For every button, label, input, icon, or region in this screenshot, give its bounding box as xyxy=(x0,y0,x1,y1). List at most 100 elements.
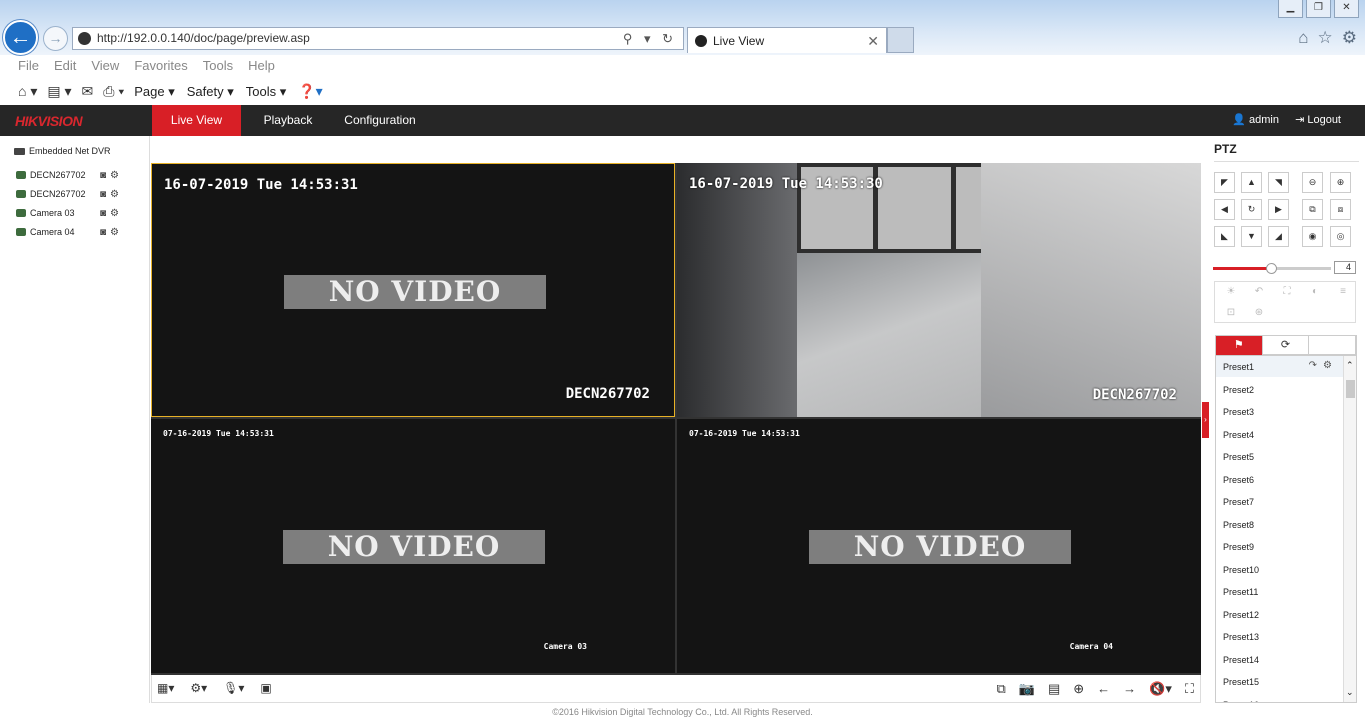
zoom-icon[interactable]: ⊕ xyxy=(1073,681,1084,697)
focus-far-button[interactable]: ⧈ xyxy=(1330,199,1351,220)
more-menu-icon[interactable]: ≡ xyxy=(1329,282,1357,302)
microphone-icon[interactable]: 🎙▾ xyxy=(223,681,244,695)
camera-actions-icon[interactable]: ◙⚙ xyxy=(100,208,123,219)
tree-camera-3[interactable]: Camera 03 ◙⚙ xyxy=(16,208,146,219)
preset-item[interactable]: Preset2 xyxy=(1223,385,1254,395)
wiper-icon[interactable]: ↶ xyxy=(1245,282,1273,302)
video-cell-4[interactable]: 07-16-2019 Tue 14:53:31 NO VIDEO Camera … xyxy=(677,419,1201,673)
address-tools-icon[interactable]: ⚲ ▾ ↻ xyxy=(623,28,677,49)
lens-init-icon[interactable]: ◐ xyxy=(1301,282,1329,302)
slider-knob[interactable] xyxy=(1266,263,1277,274)
preset-item[interactable]: Preset8 xyxy=(1223,520,1254,530)
layout-grid-icon[interactable]: ▦▾ xyxy=(157,681,174,695)
tab-close-icon[interactable]: ✕ xyxy=(867,28,879,54)
3d-zoom-icon[interactable]: ⊛ xyxy=(1245,303,1273,323)
tab-configuration[interactable]: Configuration xyxy=(335,105,425,136)
print-icon[interactable]: ⎙ ▾ xyxy=(103,83,124,100)
page-menu[interactable]: Page ▾ xyxy=(134,84,175,100)
fullscreen-icon[interactable]: ⛶ xyxy=(1185,681,1194,697)
help-icon[interactable]: ❓▾ xyxy=(298,83,322,100)
tree-camera-4[interactable]: Camera 04 ◙⚙ xyxy=(16,227,146,238)
home-command-icon[interactable]: ⌂ ▾ xyxy=(18,83,37,100)
user-menu[interactable]: 👤 admin xyxy=(1232,105,1279,136)
tree-camera-2[interactable]: DECN267702 ◙⚙ xyxy=(16,189,146,200)
close-button[interactable]: ✕ xyxy=(1334,0,1359,18)
ptz-left-button[interactable]: ◀ xyxy=(1214,199,1235,220)
feeds-icon[interactable]: ▤ ▾ xyxy=(47,83,71,100)
preset-item[interactable]: Preset13 xyxy=(1223,632,1259,642)
tab-live-view[interactable]: Live View xyxy=(152,105,241,136)
zoom-in-button[interactable]: ⊕ xyxy=(1330,172,1351,193)
ptz-speed-slider[interactable] xyxy=(1213,263,1331,274)
record-icon[interactable]: ▤ xyxy=(1048,681,1060,697)
forward-button[interactable]: → xyxy=(43,26,68,51)
tree-root-dvr[interactable]: Embedded Net DVR xyxy=(14,146,111,156)
preset-item[interactable]: Preset7 xyxy=(1223,497,1254,507)
focus-near-button[interactable]: ⧉ xyxy=(1302,199,1323,220)
stream-type-icon[interactable]: ⚙▾ xyxy=(190,681,207,695)
tree-camera-1[interactable]: DECN267702 ◙⚙ xyxy=(16,170,146,181)
previous-page-icon[interactable]: ← xyxy=(1097,681,1110,697)
ptz-up-left-button[interactable]: ◤ xyxy=(1214,172,1235,193)
camera-actions-icon[interactable]: ◙⚙ xyxy=(100,170,123,181)
preset-actions-icon[interactable]: ↷⚙ xyxy=(1309,360,1338,371)
browser-tab[interactable]: Live View ✕ xyxy=(687,27,887,53)
manual-track-icon[interactable]: ⊡ xyxy=(1217,303,1245,323)
preset-item[interactable]: Preset10 xyxy=(1223,565,1259,575)
iris-close-button[interactable]: ◉ xyxy=(1302,226,1323,247)
menu-file[interactable]: File xyxy=(18,55,39,77)
ptz-down-button[interactable]: ▼ xyxy=(1241,226,1262,247)
safety-menu[interactable]: Safety ▾ xyxy=(187,84,234,100)
pattern-tab[interactable] xyxy=(1309,336,1357,355)
preset-tab-flag-icon[interactable]: ⚑ xyxy=(1216,336,1263,355)
ptz-auto-button[interactable]: ↻ xyxy=(1241,199,1262,220)
ptz-up-right-button[interactable]: ◥ xyxy=(1268,172,1289,193)
maximize-button[interactable]: ❐ xyxy=(1306,0,1331,18)
preset-item[interactable]: Preset5 xyxy=(1223,452,1254,462)
preset-item[interactable]: Preset9 xyxy=(1223,542,1254,552)
zoom-out-button[interactable]: ⊖ xyxy=(1302,172,1323,193)
tab-playback[interactable]: Playback xyxy=(253,105,323,136)
preset-item[interactable]: Preset12 xyxy=(1223,610,1259,620)
ptz-down-right-button[interactable]: ◢ xyxy=(1268,226,1289,247)
tools-menu[interactable]: Tools ▾ xyxy=(246,84,287,100)
camera-actions-icon[interactable]: ◙⚙ xyxy=(100,189,123,200)
minimize-button[interactable]: ▁ xyxy=(1278,0,1303,18)
ptz-up-button[interactable]: ▲ xyxy=(1241,172,1262,193)
focus-assist-icon[interactable]: ⛶ xyxy=(1273,282,1301,302)
new-tab-button[interactable] xyxy=(887,27,914,53)
ptz-down-left-button[interactable]: ◣ xyxy=(1214,226,1235,247)
ptz-enable-icon[interactable]: ▣ xyxy=(260,681,271,695)
video-cell-3[interactable]: 07-16-2019 Tue 14:53:31 NO VIDEO Camera … xyxy=(151,419,675,673)
logout-button[interactable]: ⇥ Logout xyxy=(1295,105,1341,136)
address-bar[interactable]: http://192.0.0.140/doc/page/preview.asp … xyxy=(72,27,684,50)
menu-edit[interactable]: Edit xyxy=(54,55,76,77)
menu-view[interactable]: View xyxy=(91,55,119,77)
capture-icon[interactable]: 📷 xyxy=(1019,681,1035,697)
home-icon[interactable]: ⌂ xyxy=(1298,28,1308,48)
preset-item[interactable]: Preset16 xyxy=(1223,700,1259,703)
volume-icon[interactable]: 🔇▾ xyxy=(1149,681,1172,697)
preset-item[interactable]: Preset11 xyxy=(1223,587,1258,597)
next-page-icon[interactable]: → xyxy=(1123,681,1136,697)
patrol-tab-icon[interactable]: ⟳ xyxy=(1263,336,1310,355)
video-cell-1[interactable]: 16-07-2019 Tue 14:53:31 NO VIDEO DECN267… xyxy=(151,163,675,417)
favorites-star-icon[interactable]: ☆ xyxy=(1318,28,1333,48)
light-icon[interactable]: ☀ xyxy=(1217,282,1245,302)
settings-gear-icon[interactable]: ⚙ xyxy=(1342,28,1357,48)
menu-favorites[interactable]: Favorites xyxy=(134,55,187,77)
ptz-right-button[interactable]: ▶ xyxy=(1268,199,1289,220)
preset-item[interactable]: Preset4 xyxy=(1223,430,1254,440)
preset-item[interactable]: Preset14 xyxy=(1223,655,1259,665)
iris-open-button[interactable]: ◎ xyxy=(1330,226,1351,247)
video-cell-2[interactable]: 16-07-2019 Tue 14:53:30 DECN267702 xyxy=(677,163,1201,417)
preset-item[interactable]: Preset6 xyxy=(1223,475,1254,485)
scroll-up-icon[interactable]: ⌃ xyxy=(1346,360,1354,371)
back-button[interactable]: ← xyxy=(3,20,38,55)
stop-all-icon[interactable]: ⧉ xyxy=(996,681,1005,697)
camera-actions-icon[interactable]: ◙⚙ xyxy=(100,227,123,238)
menu-tools[interactable]: Tools xyxy=(203,55,233,77)
preset-item[interactable]: Preset3 xyxy=(1223,407,1254,417)
mail-icon[interactable]: ✉ xyxy=(82,83,94,100)
collapse-panel-button[interactable]: › xyxy=(1202,402,1209,438)
